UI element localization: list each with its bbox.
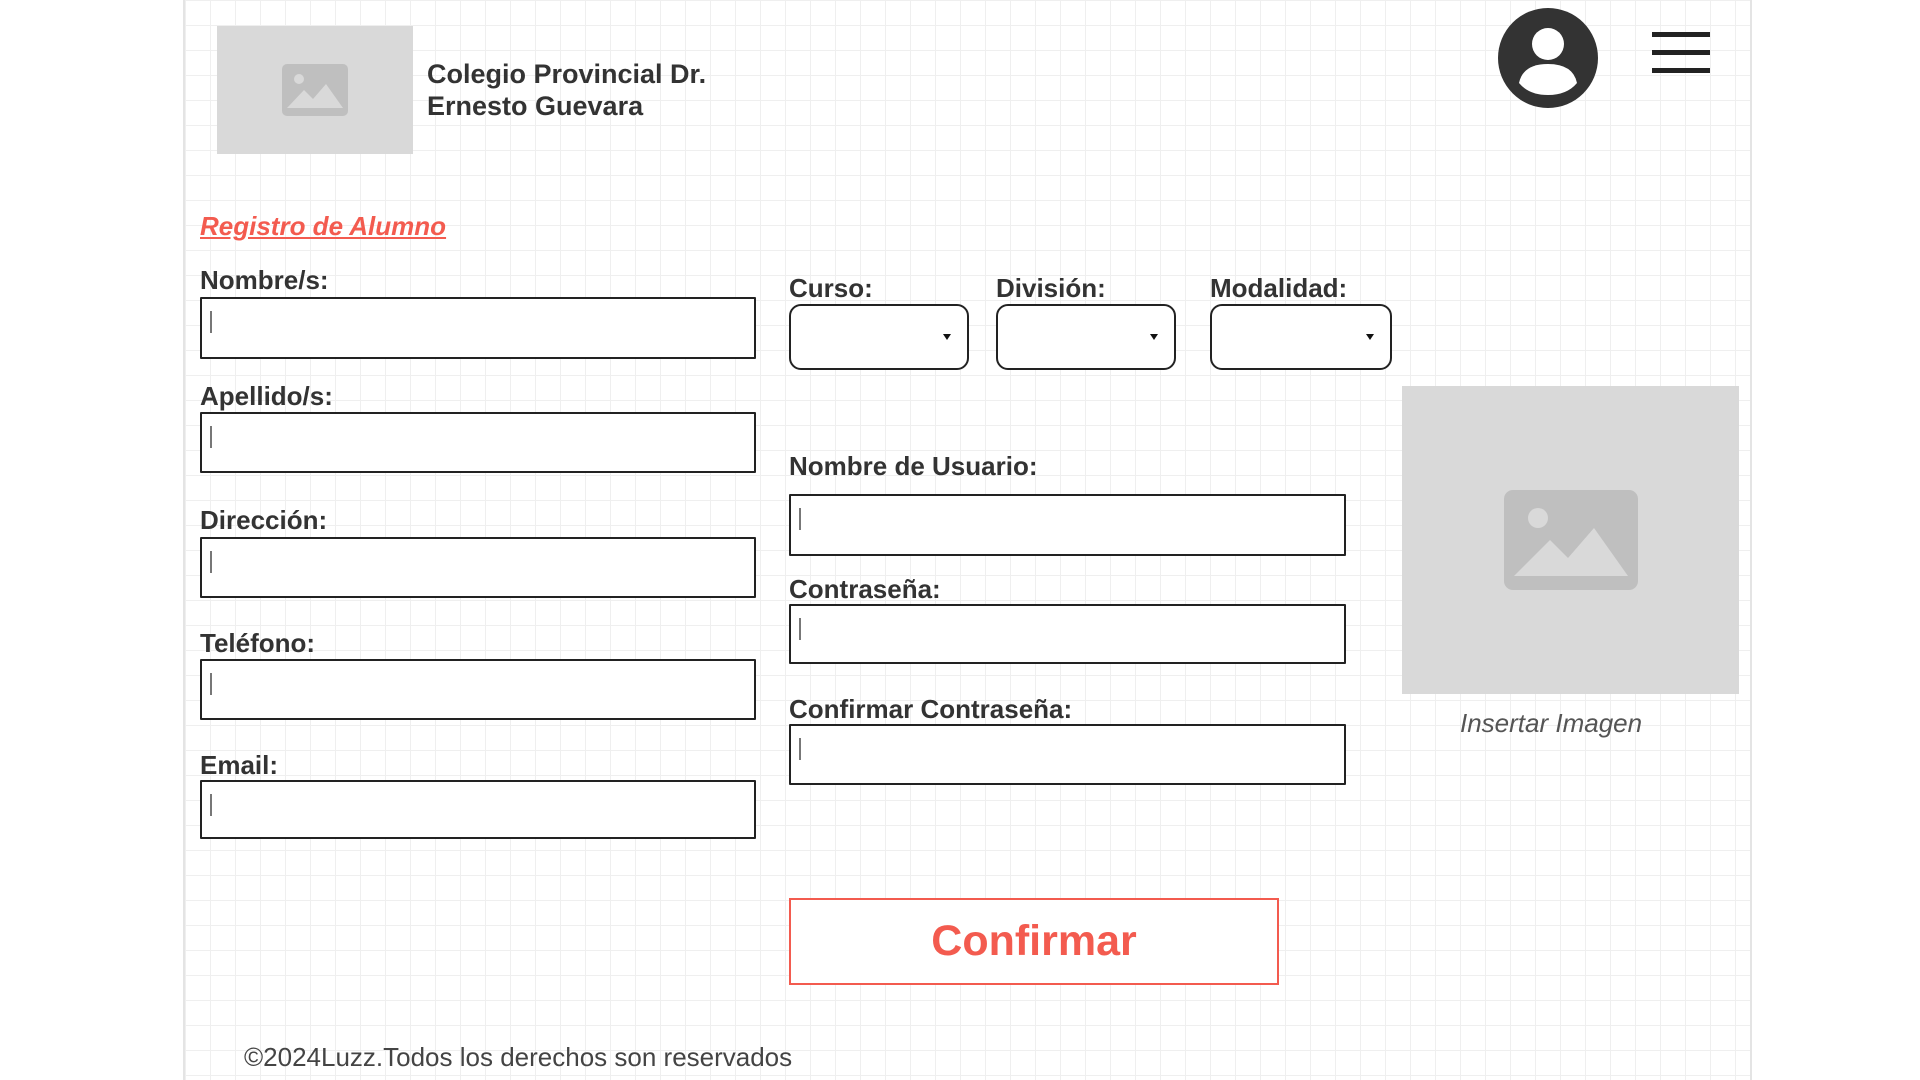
- text-caret: [799, 618, 801, 640]
- label-usuario: Nombre de Usuario:: [789, 451, 1038, 481]
- label-modalidad: Modalidad:: [1210, 273, 1348, 303]
- hamburger-menu-icon: [1652, 32, 1710, 73]
- user-account-icon: [1498, 8, 1598, 108]
- photo-upload-area[interactable]: [1402, 386, 1739, 694]
- label-email: Email:: [200, 750, 279, 780]
- modalidad-select[interactable]: [1210, 304, 1392, 370]
- confirmar-contrasena-input[interactable]: [789, 724, 1346, 785]
- email-input[interactable]: [200, 780, 756, 839]
- image-placeholder-icon: [282, 64, 348, 116]
- text-caret: [799, 738, 801, 760]
- label-confirmar-contrasena: Confirmar Contraseña:: [789, 694, 1073, 724]
- school-logo: [217, 26, 413, 154]
- text-caret: [210, 426, 212, 448]
- text-caret: [799, 508, 801, 530]
- label-apellidos: Apellido/s:: [200, 381, 333, 411]
- label-division: División:: [996, 273, 1106, 303]
- label-direccion: Dirección:: [200, 505, 328, 535]
- nombres-input[interactable]: [200, 297, 756, 359]
- label-curso: Curso:: [789, 273, 873, 303]
- dropdown-arrow-icon: [1150, 334, 1158, 340]
- footer-copyright: ©2024Luzz.Todos los derechos son reserva…: [244, 1042, 793, 1072]
- school-name-line2: Ernesto Guevara: [427, 91, 644, 121]
- text-caret: [210, 311, 212, 333]
- direccion-input[interactable]: [200, 537, 756, 598]
- dropdown-arrow-icon: [1366, 334, 1374, 340]
- curso-select[interactable]: [789, 304, 969, 370]
- label-nombres: Nombre/s:: [200, 265, 329, 295]
- apellidos-input[interactable]: [200, 412, 756, 473]
- user-account-button[interactable]: [1497, 7, 1599, 109]
- label-telefono: Teléfono:: [200, 628, 316, 658]
- contrasena-input[interactable]: [789, 604, 1346, 664]
- form-title: Registro de Alumno: [200, 211, 447, 241]
- text-caret: [210, 794, 212, 816]
- text-caret: [210, 551, 212, 573]
- school-name-line1: Colegio Provincial Dr.: [427, 59, 707, 89]
- page-frame: Colegio Provincial Dr. Ernesto Guevara R…: [183, 0, 1752, 1080]
- confirm-button[interactable]: Confirmar: [789, 898, 1279, 985]
- text-caret: [210, 673, 212, 695]
- usuario-input[interactable]: [789, 494, 1346, 556]
- image-placeholder-icon: [1503, 490, 1638, 590]
- menu-button[interactable]: [1652, 32, 1710, 74]
- school-name: Colegio Provincial Dr. Ernesto Guevara: [427, 58, 706, 122]
- photo-caption: Insertar Imagen: [1460, 708, 1643, 738]
- division-select[interactable]: [996, 304, 1176, 370]
- telefono-input[interactable]: [200, 659, 756, 720]
- dropdown-arrow-icon: [943, 334, 951, 340]
- label-contrasena: Contraseña:: [789, 574, 941, 604]
